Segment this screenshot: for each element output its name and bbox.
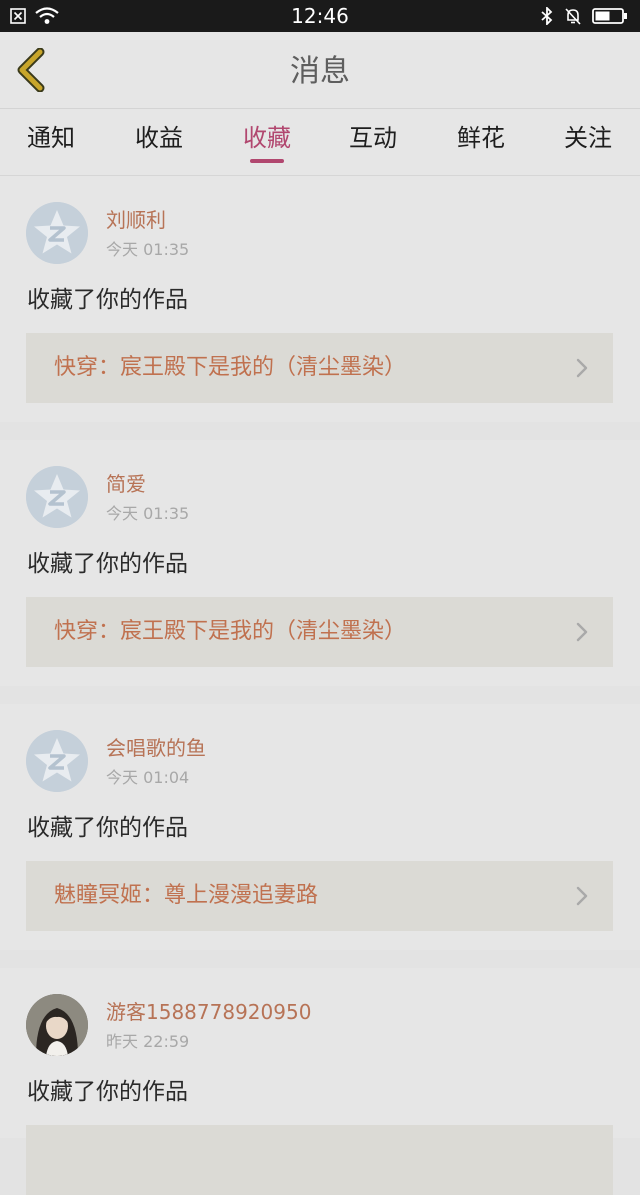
avatar[interactable] [26,994,88,1056]
battery-icon [592,8,627,24]
chevron-right-icon [576,358,588,378]
message-card: 会唱歌的鱼 今天 01:04 收藏了你的作品 魅瞳冥姬：尊上漫漫追妻路 [0,704,640,950]
username[interactable]: 游客1588778920950 [106,1000,311,1024]
chevron-right-icon [576,622,588,642]
bluetooth-icon [541,7,553,25]
message-action-text: 收藏了你的作品 [27,1079,188,1105]
message-action-text: 收藏了你的作品 [27,551,188,577]
tab-notifications[interactable]: 通知 [6,123,96,153]
tab-favorites[interactable]: 收藏 [222,123,312,153]
message-time: 今天 01:04 [106,768,190,787]
message-action-text: 收藏了你的作品 [27,815,188,841]
work-title: 快穿：宸王殿下是我的（清尘墨染） [54,355,407,380]
avatar[interactable] [26,730,88,792]
avatar[interactable] [26,466,88,528]
default-avatar-star-icon [26,466,88,528]
avatar[interactable] [26,202,88,264]
tab-follows[interactable]: 关注 [543,123,633,153]
tab-earnings[interactable]: 收益 [114,123,204,153]
page-title: 消息 [290,54,350,89]
tab-bar: 通知 收益 收藏 互动 鲜花 关注 [0,109,640,176]
message-card: 刘顺利 今天 01:35 收藏了你的作品 快穿：宸王殿下是我的（清尘墨染） [0,176,640,422]
work-link[interactable]: 魅瞳冥姬：尊上漫漫追妻路 [26,861,613,931]
message-time: 昨天 22:59 [106,1032,190,1051]
chevron-right-icon [576,886,588,906]
message-card: 游客1588778920950 昨天 22:59 收藏了你的作品 [0,968,640,1195]
message-time: 今天 01:35 [106,240,190,259]
tab-flowers[interactable]: 鲜花 [436,123,526,153]
status-right-icons [540,7,628,25]
work-title: 魅瞳冥姬：尊上漫漫追妻路 [54,883,319,908]
message-action-text: 收藏了你的作品 [27,287,188,313]
status-bar: 12:46 [0,0,640,32]
user-photo-avatar-icon [26,994,88,1056]
work-link[interactable]: 快穿：宸王殿下是我的（清尘墨染） [26,333,613,403]
username[interactable]: 简爱 [106,472,146,496]
default-avatar-star-icon [26,202,88,264]
active-tab-indicator [250,159,284,163]
username[interactable]: 会唱歌的鱼 [106,736,206,760]
work-title: 快穿：宸王殿下是我的（清尘墨染） [54,619,407,644]
default-avatar-star-icon [26,730,88,792]
tab-interactions[interactable]: 互动 [328,123,418,153]
username[interactable]: 刘顺利 [106,208,166,232]
bell-muted-icon [565,8,581,25]
work-link[interactable]: 快穿：宸王殿下是我的（清尘墨染） [26,597,613,667]
work-link[interactable] [26,1125,613,1195]
nav-bar: 消息 [0,32,640,109]
message-time: 今天 01:35 [106,504,190,523]
message-card: 简爱 今天 01:35 收藏了你的作品 快穿：宸王殿下是我的（清尘墨染） [0,440,640,686]
